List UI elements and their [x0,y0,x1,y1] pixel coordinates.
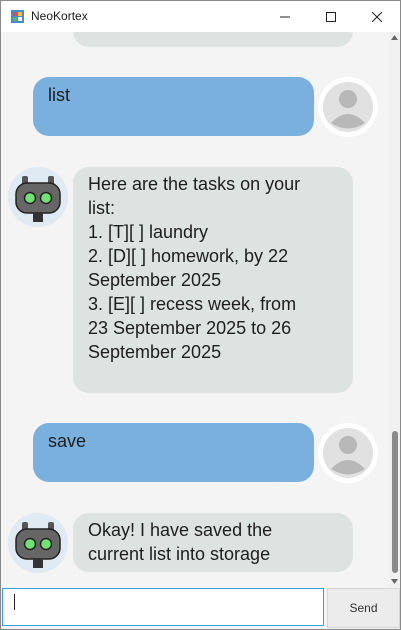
bot-message: Here are the tasks on your list: 1. [T][… [73,167,353,393]
maximize-icon [326,11,336,22]
title-bar: NeoKortex [1,1,400,32]
input-bar: Send [1,587,400,629]
message-line: 1. [T][ ] laundry [88,222,209,242]
send-button[interactable]: Send [327,588,400,628]
close-button[interactable] [354,1,400,32]
bot-avatar-icon [8,167,68,227]
window-title: NeoKortex [31,9,88,23]
message-line: list [48,85,70,105]
bot-avatar-icon [8,513,68,573]
message-line: 3. [E][ ] recess week, from [88,294,297,314]
message-line: save [48,431,87,451]
minimize-button[interactable] [262,1,308,32]
maximize-button[interactable] [308,1,354,32]
text-caret [14,594,15,610]
message-line: September 2025 [88,342,222,362]
message-input[interactable] [2,588,324,626]
user-message: list [33,77,314,136]
user-avatar-icon [318,77,378,137]
message-line: Okay! I have saved the [88,520,273,540]
user-avatar-icon [318,423,378,483]
message-line: 23 September 2025 to 26 [88,318,292,338]
app-icon [11,10,24,23]
chat-scrollbar[interactable] [389,32,400,587]
scrollbar-thumb[interactable] [392,431,398,573]
previous-bot-message [73,32,353,47]
message-line: 2. [D][ ] homework, by 22 [88,246,289,266]
message-line: September 2025 [88,270,222,290]
bot-message: Okay! I have saved the current list into… [73,513,353,572]
app-window: NeoKortex list Here are the tasks on you… [0,0,401,630]
close-icon [372,11,382,22]
minimize-icon [280,16,290,17]
scroll-down-arrow-icon[interactable] [391,578,398,585]
scroll-up-arrow-icon[interactable] [391,34,398,41]
message-line: list: [88,198,115,218]
message-line: Here are the tasks on your [88,174,301,194]
chat-area[interactable]: list Here are the tasks on your list: 1.… [1,32,389,587]
user-message: save [33,423,314,482]
message-line: current list into storage [88,544,271,564]
